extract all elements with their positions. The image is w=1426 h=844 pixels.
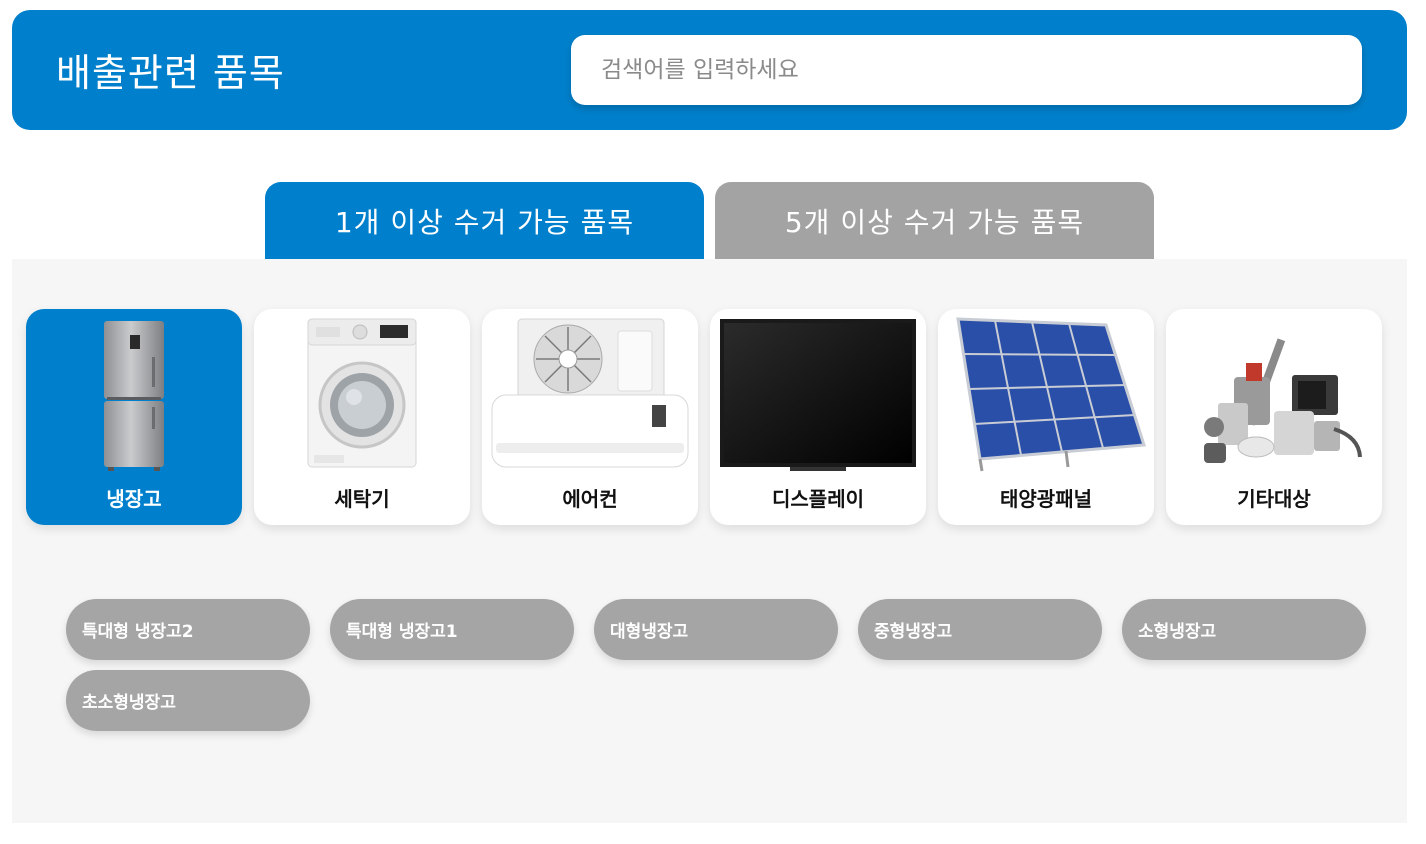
washing-machine-icon — [307, 318, 417, 468]
page-title: 배출관련 품목 — [56, 51, 285, 95]
subitem-pill[interactable]: 중형냉장고 — [858, 599, 1102, 660]
category-label: 기타대상 — [1237, 487, 1311, 511]
subitem-pill[interactable]: 특대형 냉장고2 — [66, 599, 310, 660]
category-label: 세탁기 — [334, 487, 390, 511]
tab-five-or-more[interactable]: 5개 이상 수거 가능 품목 — [715, 182, 1154, 259]
category-label: 디스플레이 — [772, 487, 864, 511]
display-icon — [720, 319, 916, 471]
category-air-conditioner[interactable]: 에어컨 — [482, 309, 698, 525]
solar-panel-icon — [956, 317, 1146, 472]
category-solar-panel[interactable]: 태양광패널 — [938, 309, 1154, 525]
category-label: 태양광패널 — [1000, 487, 1092, 511]
subitem-pill[interactable]: 대형냉장고 — [594, 599, 838, 660]
refrigerator-icon — [104, 321, 164, 471]
search-input[interactable] — [571, 35, 1362, 105]
subitem-pill[interactable]: 초소형냉장고 — [66, 670, 310, 731]
category-label: 냉장고 — [106, 487, 162, 511]
category-refrigerator[interactable]: 냉장고 — [26, 309, 242, 525]
air-conditioner-icon — [491, 318, 689, 468]
subitem-pill[interactable]: 소형냉장고 — [1122, 599, 1366, 660]
tab-one-or-more[interactable]: 1개 이상 수거 가능 품목 — [265, 182, 704, 259]
category-washing-machine[interactable]: 세탁기 — [254, 309, 470, 525]
misc-appliances-icon — [1204, 338, 1362, 463]
header-bar: 배출관련 품목 — [12, 10, 1407, 130]
subitem-pill[interactable]: 특대형 냉장고1 — [330, 599, 574, 660]
category-display[interactable]: 디스플레이 — [710, 309, 926, 525]
items-panel: 냉장고 세탁기 에어컨 디스플레이 태양광패널 기타대상 특대형 냉장고2 특대… — [12, 259, 1407, 823]
category-misc[interactable]: 기타대상 — [1166, 309, 1382, 525]
category-label: 에어컨 — [562, 487, 618, 511]
